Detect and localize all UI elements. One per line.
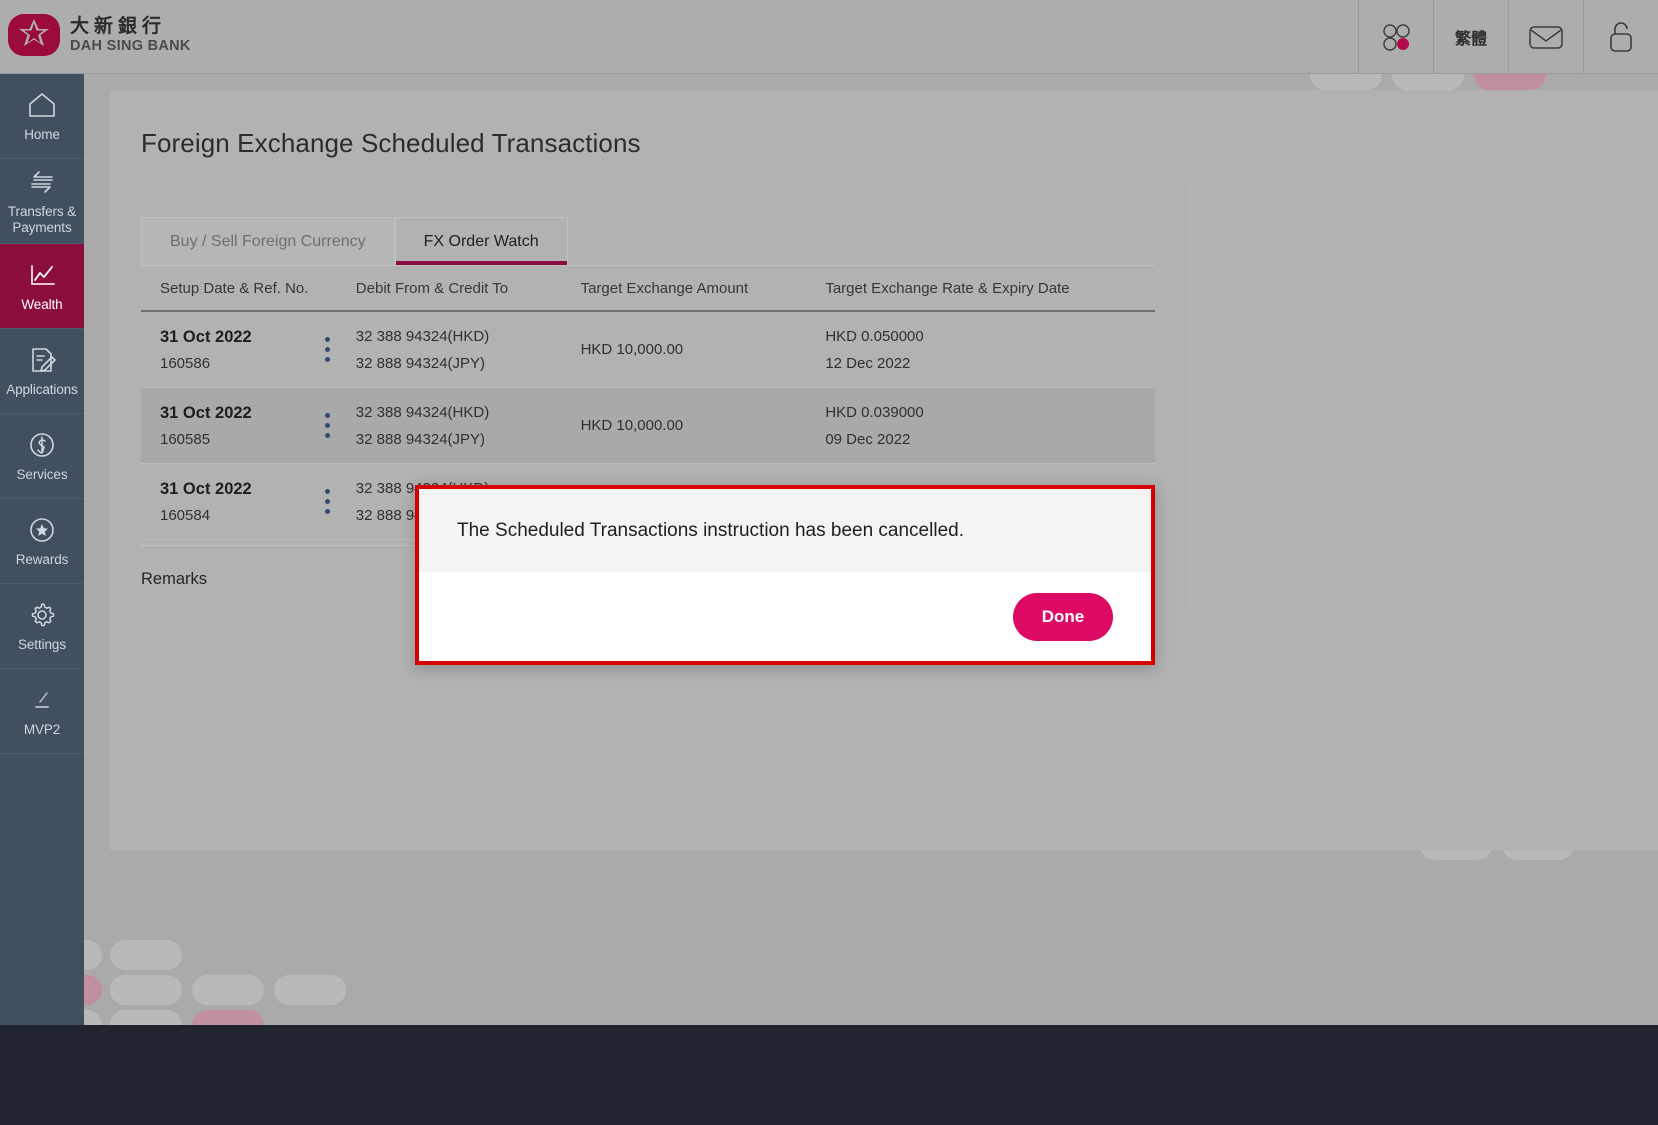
setup-date: 31 Oct 2022: [160, 403, 252, 422]
lock-button[interactable]: [1583, 0, 1658, 74]
tab-fx-order-watch[interactable]: FX Order Watch: [394, 217, 568, 265]
dialog-footer: Done: [419, 572, 1151, 661]
ref-no: 160586: [160, 354, 211, 372]
sidebar-item-services[interactable]: Services: [0, 414, 84, 499]
language-toggle-button[interactable]: 繁體: [1433, 0, 1508, 74]
lock-icon: [1610, 22, 1632, 52]
applications-icon: [32, 348, 56, 372]
cell-target-amount: HKD 10,000.00: [581, 341, 826, 358]
credit-to: 32 888 94324(JPY): [355, 354, 486, 372]
content-scrollbar-track[interactable]: [1190, 180, 1191, 610]
table-header-row: Setup Date & Ref. No. Debit From & Credi…: [141, 265, 1155, 312]
credit-to: 32 888 94324(JPY): [355, 430, 486, 448]
debit-from: 32 388 94324(HKD): [355, 327, 490, 345]
row-menu-icon[interactable]: [324, 413, 330, 438]
cell-debit-credit: 32 388 94324(HKD) 32 888 94324(JPY): [356, 328, 581, 372]
tab-bar: Buy / Sell Foreign Currency FX Order Wat…: [141, 217, 568, 265]
apps-grid-icon: [1383, 24, 1410, 51]
row-menu-icon[interactable]: [324, 337, 330, 362]
sidebar-item-transfers-payments[interactable]: Transfers & Payments: [0, 159, 84, 244]
done-button[interactable]: Done: [1013, 592, 1113, 641]
cell-setup-date-ref: 31 Oct 2022 160584: [141, 480, 356, 524]
cell-target-rate-expiry: HKD 0.039000 09 Dec 2022: [825, 404, 1155, 448]
dah-sing-bank-logo-icon: [8, 14, 60, 56]
cell-setup-date-ref: 31 Oct 2022 160585: [141, 404, 356, 448]
sidebar-item-label: Rewards: [15, 551, 69, 567]
target-rate: HKD 0.050000: [825, 327, 924, 345]
table-row[interactable]: 31 Oct 2022 160586 32 388 94324(HKD) 32 …: [141, 312, 1155, 388]
cell-debit-credit: 32 388 94324(HKD) 32 888 94324(JPY): [356, 404, 581, 448]
sidebar-item-mvp2[interactable]: MVP2: [0, 669, 84, 754]
column-header-setup-date: Setup Date & Ref. No.: [160, 279, 309, 297]
mail-button[interactable]: [1508, 0, 1583, 74]
sidebar-item-label: Wealth: [21, 296, 63, 312]
dialog-message: The Scheduled Transactions instruction h…: [457, 519, 964, 541]
mail-icon: [1529, 26, 1563, 49]
transfers-icon: [31, 171, 53, 194]
mvp2-icon: [35, 692, 49, 708]
page-title: Foreign Exchange Scheduled Transactions: [141, 128, 641, 158]
debit-from: 32 388 94324(HKD): [355, 403, 490, 421]
setup-date: 31 Oct 2022: [160, 327, 252, 346]
page-footer: [0, 1025, 1658, 1125]
expiry-date: 09 Dec 2022: [825, 430, 911, 448]
column-header-target-amount: Target Exchange Amount: [580, 279, 749, 297]
sidebar-item-home[interactable]: Home: [0, 74, 84, 159]
row-menu-icon[interactable]: [324, 489, 330, 514]
setup-date: 31 Oct 2022: [160, 479, 252, 498]
sidebar-item-label: Applications: [6, 381, 78, 397]
dialog-body: The Scheduled Transactions instruction h…: [419, 489, 1151, 572]
sidebar-item-label: Settings: [18, 636, 66, 652]
services-dollar-icon: [30, 433, 54, 457]
main-sidebar: Home Transfers & Payments Wealth Applica…: [0, 74, 84, 1025]
sidebar-item-rewards[interactable]: Rewards: [0, 499, 84, 584]
expiry-date: 12 Dec 2022: [825, 354, 911, 372]
wealth-chart-icon: [31, 265, 55, 285]
sidebar-item-label: Transfers & Payments: [7, 204, 77, 235]
tab-buy-sell-foreign-currency[interactable]: Buy / Sell Foreign Currency: [141, 217, 395, 265]
cancellation-confirmation-dialog: The Scheduled Transactions instruction h…: [415, 485, 1155, 665]
target-amount: HKD 10,000.00: [580, 341, 684, 358]
target-amount: HKD 10,000.00: [580, 417, 684, 434]
rewards-star-icon: [30, 518, 54, 542]
table-row[interactable]: 31 Oct 2022 160585 32 388 94324(HKD) 32 …: [141, 388, 1155, 464]
ref-no: 160585: [160, 430, 211, 448]
home-icon: [29, 93, 55, 117]
sidebar-item-label: Home: [24, 126, 60, 142]
gear-icon: [31, 603, 55, 627]
header-actions: 繁體: [1358, 0, 1658, 74]
target-rate: HKD 0.039000: [825, 403, 924, 421]
ref-no: 160584: [160, 506, 211, 524]
column-header-target-rate-expiry: Target Exchange Rate & Expiry Date: [825, 279, 1070, 297]
column-header-debit-credit: Debit From & Credit To: [355, 279, 509, 297]
sidebar-item-applications[interactable]: Applications: [0, 329, 84, 414]
bank-logo[interactable]: 大新銀行 DAH SING BANK: [8, 12, 191, 58]
logo-text-english: DAH SING BANK: [70, 37, 191, 54]
sidebar-item-label: Services: [16, 466, 68, 482]
apps-grid-button[interactable]: [1358, 0, 1433, 74]
content-card: Foreign Exchange Scheduled Transactions …: [110, 90, 1658, 850]
cell-target-amount: HKD 10,000.00: [581, 417, 826, 434]
sidebar-item-wealth[interactable]: Wealth: [0, 244, 84, 329]
app-header: 大新銀行 DAH SING BANK 繁體: [0, 0, 1658, 74]
cell-setup-date-ref: 31 Oct 2022 160586: [141, 328, 356, 372]
remarks-label: Remarks: [141, 570, 208, 588]
logo-text-chinese: 大新銀行: [70, 14, 167, 37]
sidebar-item-label: MVP2: [23, 721, 61, 737]
cell-target-rate-expiry: HKD 0.050000 12 Dec 2022: [825, 328, 1155, 372]
app-root: 大新銀行 DAH SING BANK 繁體 Home Transfers & P…: [0, 0, 1658, 1125]
sidebar-item-settings[interactable]: Settings: [0, 584, 84, 669]
